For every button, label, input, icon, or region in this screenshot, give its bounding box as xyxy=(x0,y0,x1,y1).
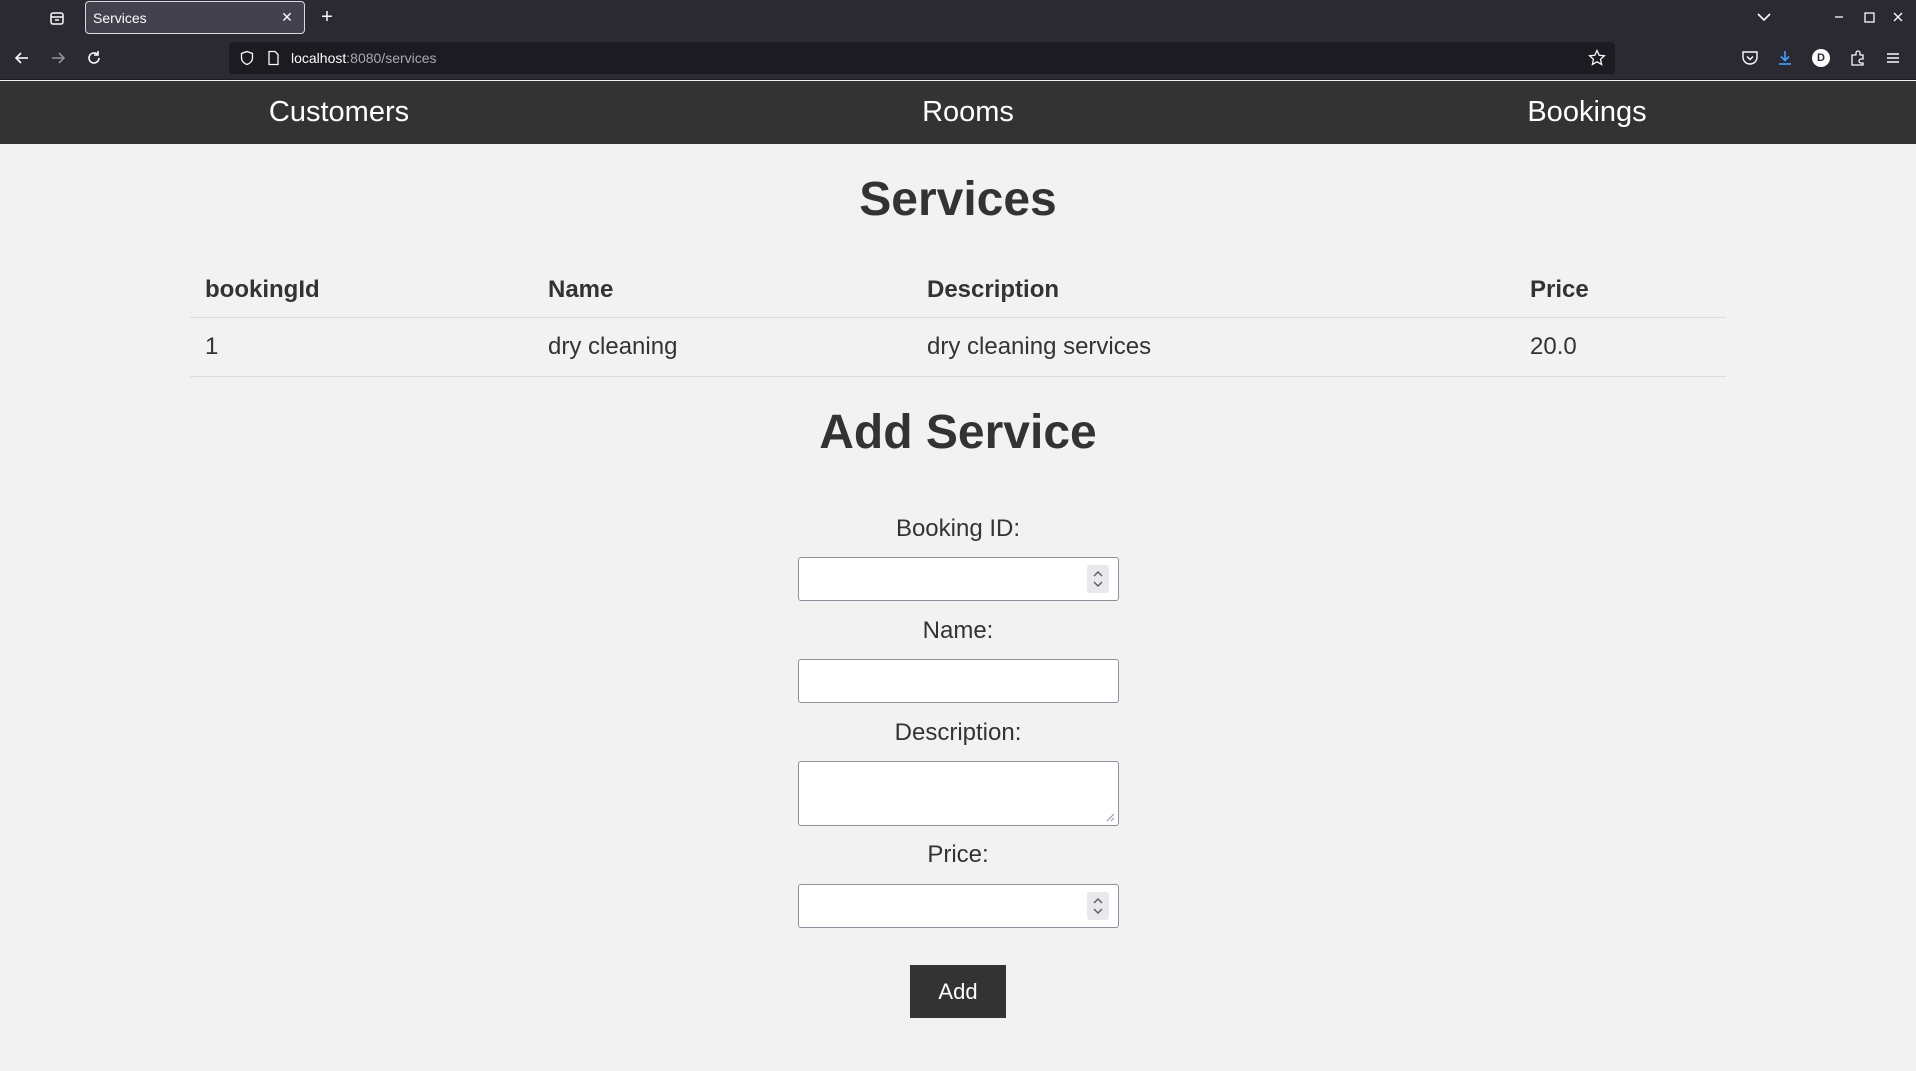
url-host: localhost xyxy=(291,50,347,66)
tab-list-icon[interactable] xyxy=(46,7,68,29)
cell-bookingid: 1 xyxy=(190,317,533,377)
account-avatar[interactable]: D xyxy=(1812,49,1830,67)
services-table: bookingId Name Description Price 1 dry c… xyxy=(190,263,1726,377)
forward-icon[interactable] xyxy=(45,45,71,71)
column-header-price: Price xyxy=(1515,263,1726,318)
menu-icon[interactable] xyxy=(1883,48,1903,68)
nav-link-rooms[interactable]: Rooms xyxy=(922,81,1014,144)
column-header-description: Description xyxy=(912,263,1515,318)
close-tab-icon[interactable]: ✕ xyxy=(278,8,296,26)
browser-tab-bar: Services ✕ + xyxy=(0,0,1916,35)
price-label: Price: xyxy=(927,841,989,868)
number-spinner[interactable] xyxy=(1087,565,1109,593)
cell-price: 20.0 xyxy=(1515,317,1726,377)
column-header-name: Name xyxy=(533,263,912,318)
table-header-row: bookingId Name Description Price xyxy=(190,263,1726,318)
resize-handle-icon[interactable] xyxy=(1105,812,1115,822)
table-row: 1 dry cleaning dry cleaning services 20.… xyxy=(190,317,1726,377)
back-icon[interactable] xyxy=(9,45,35,71)
nav-link-customers[interactable]: Customers xyxy=(269,81,409,144)
name-input[interactable] xyxy=(798,659,1119,703)
list-all-tabs-icon[interactable] xyxy=(1752,5,1776,29)
cell-description: dry cleaning services xyxy=(912,317,1515,377)
minimize-icon[interactable] xyxy=(1827,5,1851,29)
description-textarea[interactable] xyxy=(798,761,1119,826)
add-service-title: Add Service xyxy=(819,406,1097,459)
price-input[interactable] xyxy=(798,884,1119,928)
downloads-icon[interactable] xyxy=(1775,48,1795,68)
booking-id-label: Booking ID: xyxy=(895,515,1021,542)
maximize-icon[interactable] xyxy=(1857,5,1881,29)
page-title: Services xyxy=(859,173,1057,226)
browser-toolbar: localhost:8080/services xyxy=(0,35,1916,80)
new-tab-icon[interactable]: + xyxy=(316,6,338,28)
url-text[interactable]: localhost:8080/services xyxy=(291,50,437,66)
nav-link-bookings[interactable]: Bookings xyxy=(1527,81,1646,144)
number-spinner[interactable] xyxy=(1087,892,1109,920)
pocket-icon[interactable] xyxy=(1740,48,1760,68)
close-window-icon[interactable] xyxy=(1886,5,1910,29)
browser-tab-active[interactable]: Services ✕ xyxy=(85,1,305,34)
cell-name: dry cleaning xyxy=(533,317,912,377)
description-label: Description: xyxy=(894,719,1022,746)
column-header-bookingid: bookingId xyxy=(190,263,533,318)
reload-icon[interactable] xyxy=(81,45,107,71)
address-bar[interactable]: localhost:8080/services xyxy=(229,42,1615,74)
extensions-icon[interactable] xyxy=(1848,48,1868,68)
tab-title: Services xyxy=(93,10,147,26)
page-info-icon[interactable] xyxy=(265,50,281,66)
booking-id-input[interactable] xyxy=(798,557,1119,601)
name-label: Name: xyxy=(922,617,994,644)
tracking-protection-icon[interactable] xyxy=(239,50,255,66)
site-nav: Customers Rooms Bookings xyxy=(0,81,1916,144)
url-path: :8080/services xyxy=(346,50,437,66)
add-button[interactable]: Add xyxy=(910,965,1006,1018)
bookmark-star-icon[interactable] xyxy=(1587,48,1607,68)
